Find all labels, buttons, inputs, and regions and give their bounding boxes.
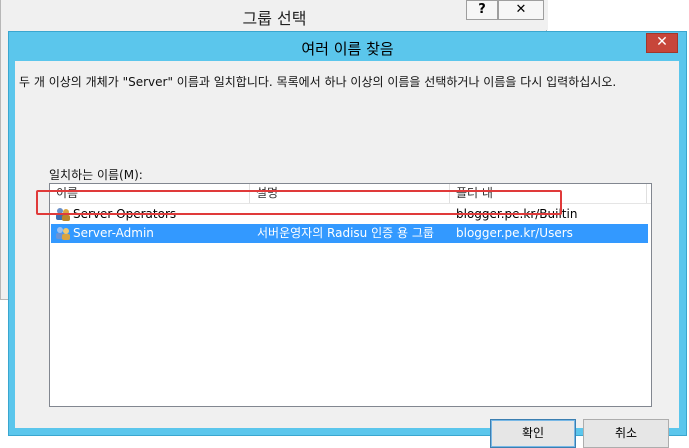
dialog-title: 여러 이름 찾음 — [301, 40, 394, 58]
row-name: Server-Admin — [73, 226, 154, 240]
matching-names-list[interactable]: 이름 설명 폴더 내 Server Operators blogger.pe.k… — [49, 183, 652, 407]
help-button[interactable]: ? — [466, 0, 498, 20]
dialog-body: 두 개 이상의 개체가 "Server" 이름과 일치합니다. 목록에서 하나 … — [15, 61, 679, 448]
group-icon — [55, 226, 71, 241]
background-titlebar: 그룹 선택 ? ✕ — [1, 0, 548, 30]
list-row-server-admin[interactable]: Server-Admin 서버운영자의 Radisu 인증 용 그룹 blogg… — [51, 224, 648, 243]
close-button[interactable]: ✕ — [646, 33, 678, 53]
row-description: 서버운영자의 Radisu 인증 용 그룹 — [257, 226, 434, 240]
row-folder: blogger.pe.kr/Users — [456, 226, 573, 240]
annotation-highlight-box — [36, 190, 562, 215]
dialog-titlebar[interactable]: 여러 이름 찾음 ✕ — [9, 32, 686, 62]
cancel-button[interactable]: 취소 — [583, 419, 669, 448]
background-close-button[interactable]: ✕ — [498, 0, 544, 20]
description-text: 두 개 이상의 개체가 "Server" 이름과 일치합니다. 목록에서 하나 … — [19, 75, 617, 89]
multiple-names-found-dialog: 여러 이름 찾음 ✕ 두 개 이상의 개체가 "Server" 이름과 일치합니… — [8, 31, 687, 448]
matching-names-label: 일치하는 이름(M): — [49, 168, 143, 182]
ok-button[interactable]: 확인 — [490, 419, 576, 448]
